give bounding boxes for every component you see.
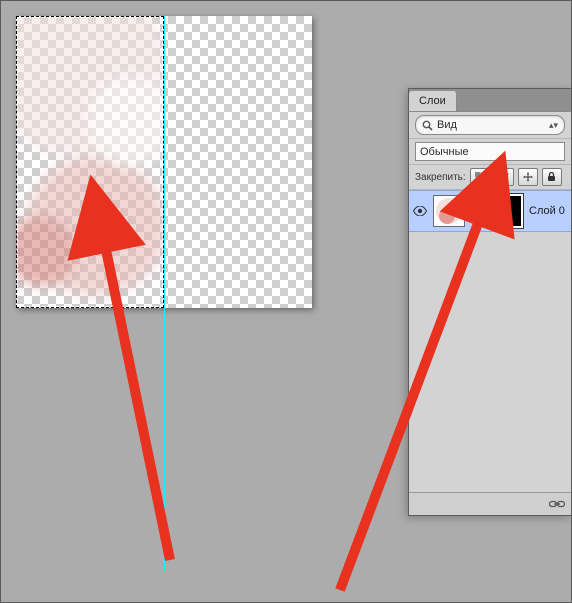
vertical-guide[interactable]	[164, 16, 165, 571]
layer-row[interactable]: Слой 0	[409, 190, 571, 232]
blend-mode-value: Обычные	[420, 146, 469, 158]
mask-white-half	[491, 196, 506, 226]
layer-thumbnail[interactable]	[433, 195, 465, 227]
lock-row: Закрепить:	[409, 165, 571, 190]
search-icon	[422, 120, 433, 131]
layer-filter-label: Вид	[437, 119, 457, 131]
layer-filter-row: Вид ▴▾	[409, 112, 571, 139]
selection-marquee	[16, 16, 164, 308]
layer-mask-thumbnail[interactable]	[489, 194, 523, 228]
lock-label: Закрепить:	[415, 172, 466, 183]
layer-filter-dropdown[interactable]: Вид ▴▾	[415, 115, 565, 135]
panel-tabbar: Слои	[408, 88, 572, 111]
eye-icon	[413, 206, 427, 216]
dropdown-arrows-icon: ▴▾	[549, 120, 558, 131]
mask-black-half	[506, 196, 521, 226]
link-icon	[473, 204, 481, 218]
layers-empty-area	[409, 232, 571, 492]
visibility-toggle[interactable]	[413, 204, 427, 218]
lock-move-button[interactable]	[518, 168, 538, 186]
layers-panel[interactable]: Слои Вид ▴▾ Обычные Закрепить:	[408, 88, 572, 516]
layer-name[interactable]: Слой 0	[529, 205, 567, 217]
lock-pixels-button[interactable]	[470, 168, 490, 186]
lock-move-icon	[523, 172, 533, 182]
link-chain-icon[interactable]	[549, 499, 565, 509]
tab-label: Слои	[419, 95, 446, 107]
lock-all-button[interactable]	[542, 168, 562, 186]
lock-pixels-icon	[475, 172, 485, 182]
blend-mode-row: Обычные	[409, 139, 571, 165]
lock-brush-button[interactable]	[494, 168, 514, 186]
tab-layers[interactable]: Слои	[409, 91, 457, 111]
lock-brush-icon	[499, 172, 509, 182]
mask-link-indicator[interactable]	[471, 204, 483, 218]
panel-footer	[409, 492, 571, 515]
lock-all-icon	[547, 172, 556, 182]
blend-mode-dropdown[interactable]: Обычные	[415, 142, 565, 161]
